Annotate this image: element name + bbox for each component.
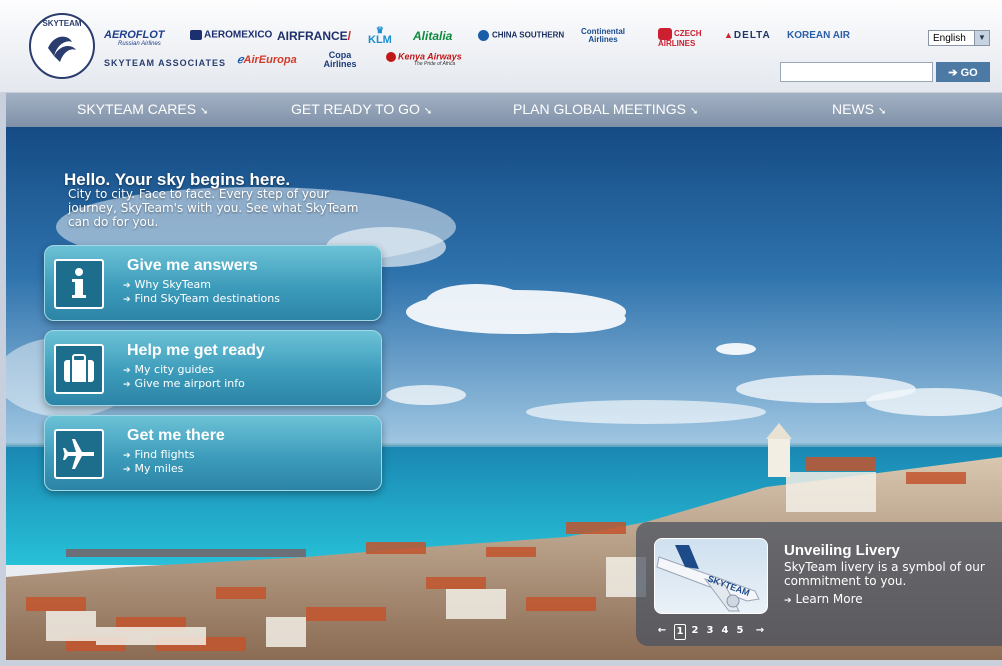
aeromexico-icon <box>190 30 202 40</box>
link-why-skyteam[interactable]: ➔ Why SkyTeam <box>123 278 211 291</box>
arrow-right-icon: ➔ <box>123 451 131 461</box>
pager-prev-icon[interactable]: ← <box>656 624 668 638</box>
search-go-label: GO <box>960 66 978 79</box>
pager-page-5[interactable]: 5 <box>734 624 746 638</box>
china-southern-icon <box>478 30 489 41</box>
airline-logo-copa[interactable]: Copa Airlines <box>312 51 368 69</box>
arrow-down-right-icon: ➘ <box>878 106 887 117</box>
suitcase-icon <box>54 344 104 394</box>
airline-logo-continental[interactable]: Continental Airlines <box>577 28 629 44</box>
chevron-down-icon: ▼ <box>974 31 989 45</box>
language-selected: English <box>933 33 966 44</box>
search-go-button[interactable]: ➔ GO <box>936 62 990 82</box>
airline-logo-aeroflot[interactable]: AEROFLOT Russian Airlines <box>104 30 165 48</box>
pager-page-2[interactable]: 2 <box>689 624 701 638</box>
airplane-icon <box>54 429 104 479</box>
arrow-right-icon: ➔ <box>123 366 131 376</box>
promo-box: SKYTEAM Unveiling Livery SkyTeam livery … <box>636 522 1002 646</box>
kenya-airways-icon <box>386 52 396 62</box>
associates-label: SKYTEAM ASSOCIATES <box>104 58 227 68</box>
panel-help-me-get-ready[interactable]: Help me get ready ➔ My city guides ➔ Give … <box>44 330 382 406</box>
link-my-miles[interactable]: ➔ My miles <box>123 462 183 475</box>
site-header: SKYTEAM AEROFLOT Russian Airlines AEROME… <box>0 0 1002 93</box>
panel-title: Help me get ready <box>127 342 265 359</box>
panel-title: Get me there <box>127 427 225 444</box>
pager-page-1[interactable]: 1 <box>674 624 686 640</box>
pager-page-3[interactable]: 3 <box>704 624 716 638</box>
arrow-right-icon: ➔ <box>784 596 792 606</box>
bottom-border <box>0 660 1002 666</box>
learn-more-link[interactable]: ➔ Learn More <box>784 592 863 606</box>
panel-give-me-answers[interactable]: Give me answers ➔ Why SkyTeam ➔ Find SkyTe… <box>44 245 382 321</box>
airline-logo-airfrance[interactable]: AIRFRANCE/ <box>277 30 351 42</box>
airline-logo-delta[interactable]: ▲DELTA <box>724 31 771 41</box>
link-find-flights[interactable]: ➔ Find flights <box>123 448 195 461</box>
arrow-right-icon: ➔ <box>948 66 958 79</box>
promo-title: Unveiling Livery <box>784 542 900 559</box>
main-nav: SKYTEAM CARES ➘ GET READY TO GO ➘ PLAN GLO… <box>6 93 1002 127</box>
airline-logo-china-southern[interactable]: CHINA SOUTHERN <box>478 30 564 41</box>
nav-item-get-ready-to-go[interactable]: GET READY TO GO ➘ <box>291 93 432 127</box>
nav-item-news[interactable]: NEWS ➘ <box>832 93 886 127</box>
arrow-right-icon: ➔ <box>123 295 131 305</box>
airline-logo-alitalia[interactable]: Alitalia <box>413 30 452 42</box>
logo-text: SKYTEAM <box>42 19 81 28</box>
nav-item-skyteam-cares[interactable]: SKYTEAM CARES ➘ <box>77 93 208 127</box>
delta-icon: ▲ <box>724 30 734 40</box>
panel-get-me-there[interactable]: Get me there ➔ Find flights ➔ My miles <box>44 415 382 491</box>
nav-item-plan-global-meetings[interactable]: PLAN GLOBAL MEETINGS ➘ <box>513 93 698 127</box>
skyteam-logo[interactable]: SKYTEAM <box>28 12 96 80</box>
pager-page-4[interactable]: 4 <box>719 624 731 638</box>
link-airport-info[interactable]: ➔ Give me airport info <box>123 377 245 390</box>
airline-logo-czech[interactable]: CZECH AIRLINES <box>658 28 708 48</box>
livery-plane-image[interactable]: SKYTEAM <box>654 538 768 614</box>
info-icon <box>54 259 104 309</box>
airline-logo-aireuropa[interactable]: ℯAirEuropa <box>237 55 297 66</box>
arrow-right-icon: ➔ <box>123 380 131 390</box>
arrow-down-right-icon: ➘ <box>689 106 699 117</box>
arrow-right-icon: ➔ <box>123 465 131 475</box>
arrow-down-right-icon: ➘ <box>423 106 433 117</box>
link-find-destinations[interactable]: ➔ Find SkyTeam destinations <box>123 292 280 305</box>
airline-logo-aeromexico[interactable]: AEROMEXICO <box>190 30 272 41</box>
panel-title: Give me answers <box>127 257 258 274</box>
arrow-right-icon: ➔ <box>123 281 131 291</box>
arrow-down-right-icon: ➘ <box>200 106 209 117</box>
hero-text: City to city. Face to face. Every step o… <box>68 187 359 229</box>
airline-logo-klm[interactable]: ♛ KLM <box>368 26 392 46</box>
airline-logo-korean-air[interactable]: KOREAN AIR <box>787 31 850 41</box>
language-select[interactable]: English ▼ <box>928 30 990 46</box>
link-city-guides[interactable]: ➔ My city guides <box>123 363 214 376</box>
pager-next-icon[interactable]: → <box>754 624 766 638</box>
promo-text: SkyTeam livery is a symbol of our commit… <box>784 560 985 588</box>
airline-logo-kenya-airways[interactable]: Kenya Airways The Pride of Africa <box>386 52 462 67</box>
search-input[interactable] <box>780 62 933 82</box>
